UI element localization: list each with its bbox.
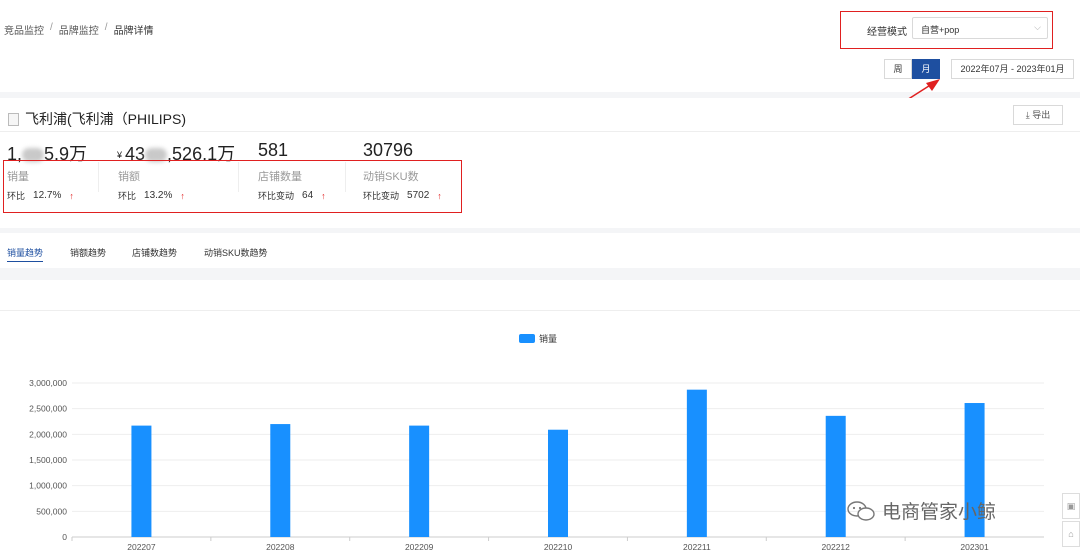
tab-store-count-trend[interactable]: 店铺数趋势: [132, 246, 177, 259]
breadcrumb-separator: /: [50, 22, 53, 33]
breadcrumb-item-brand-detail: 品牌详情: [113, 26, 154, 37]
watermark-text: 电商管家小鲸: [882, 502, 997, 523]
kpi-separator: [238, 162, 239, 192]
side-toolbar: ▣ ⌂: [1062, 493, 1080, 549]
breadcrumb-separator: /: [104, 22, 108, 33]
tab-sku-count-trend[interactable]: 动销SKU数趋势: [204, 246, 268, 259]
x-tick-label: 202210: [544, 542, 573, 552]
y-tick-label: 1,500,000: [29, 455, 67, 465]
change-value: 64: [302, 190, 314, 201]
mode-select-value: 自营+pop: [921, 25, 960, 35]
image-icon[interactable]: ▣: [1062, 493, 1080, 519]
kpi-sku-count-change: 环比变动 5702 ↑: [363, 189, 442, 202]
kpi-sku-count-label: 动销SKU数: [363, 171, 419, 183]
breadcrumb-item-brand-monitor[interactable]: 品牌监控: [59, 22, 99, 37]
y-tick-label: 2,000,000: [29, 429, 67, 439]
bar-202209: [409, 425, 430, 537]
bar-202212: [825, 415, 846, 537]
divider: [0, 131, 1080, 132]
kpi-sku-count-value: 30796: [363, 140, 414, 160]
arrow-up-icon: ↑: [437, 190, 442, 201]
change-label: 环比变动: [258, 191, 295, 201]
arrow-up-icon: ↑: [321, 190, 326, 201]
bar-202207: [131, 425, 152, 537]
x-tick-label: 202212: [822, 542, 851, 552]
legend-label: 销量: [539, 333, 557, 344]
change-value: 12.7%: [33, 190, 62, 201]
kpi-store-count-label: 店铺数量: [258, 171, 302, 183]
y-tick-label: 500,000: [36, 506, 67, 516]
y-tick-label: 3,000,000: [29, 378, 67, 388]
document-icon: [8, 112, 19, 126]
x-tick-label: 202207: [127, 542, 156, 552]
kpi-store-count-change: 环比变动 64 ↑: [258, 189, 326, 202]
bar-202211: [686, 389, 707, 537]
arrow-up-icon: ↑: [180, 190, 185, 201]
breadcrumb-item-competitor[interactable]: 竞品监控: [4, 22, 44, 37]
y-tick-label: 1,000,000: [29, 481, 67, 491]
change-label: 环比变动: [363, 191, 400, 201]
download-icon: ⤓: [1025, 110, 1030, 120]
bar-202208: [270, 424, 291, 537]
kpi-separator: [98, 162, 99, 192]
kpi-sales-volume-label: 销量: [7, 171, 29, 183]
kpi-sales-amount-change: 环比 13.2% ↑: [118, 189, 185, 202]
back-to-top-icon[interactable]: ⌂: [1062, 521, 1080, 547]
tab-sales-amount-trend[interactable]: 销额趋势: [70, 246, 106, 259]
watermark: 电商管家小鲸: [846, 497, 996, 524]
y-tick-label: 2,500,000: [29, 404, 67, 414]
change-value: 13.2%: [144, 190, 173, 201]
change-value: 5702: [407, 190, 430, 201]
bar-202210: [548, 429, 568, 537]
brand-title: 飞利浦(飞利浦（PHILIPS): [8, 109, 186, 129]
export-button[interactable]: ⤓ 导出: [1013, 105, 1063, 125]
mode-select[interactable]: 自营+pop ⌵: [912, 17, 1048, 39]
x-tick-label: 202209: [405, 542, 434, 552]
x-tick-label: 202301: [960, 542, 989, 552]
currency-symbol: ¥: [117, 150, 123, 161]
chevron-down-icon: ⌵: [1034, 22, 1041, 32]
wechat-icon: [847, 500, 875, 521]
arrow-up-icon: ↑: [69, 190, 74, 201]
change-label: 环比: [7, 191, 26, 201]
export-label: 导出: [1032, 110, 1051, 120]
mode-label: 经营模式: [867, 27, 907, 38]
kpi-sales-amount-label: 销额: [118, 171, 140, 183]
kpi-separator: [345, 162, 346, 192]
x-tick-label: 202211: [683, 542, 711, 552]
kpi-store-count-value: 581: [258, 140, 289, 160]
change-label: 环比: [118, 191, 137, 201]
date-range-picker[interactable]: 2022年07月 - 2023年01月: [951, 59, 1074, 79]
tab-sales-volume-trend[interactable]: 销量趋势: [7, 246, 44, 262]
breadcrumb: 竞品监控 / 品牌监控 / 品牌详情: [4, 22, 154, 37]
legend-swatch: [519, 334, 535, 343]
brand-name: 飞利浦(飞利浦（PHILIPS): [25, 111, 187, 127]
y-tick-label: 0: [62, 532, 67, 542]
kpi-sales-volume-change: 环比 12.7% ↑: [7, 189, 74, 202]
x-tick-label: 202208: [266, 542, 295, 552]
